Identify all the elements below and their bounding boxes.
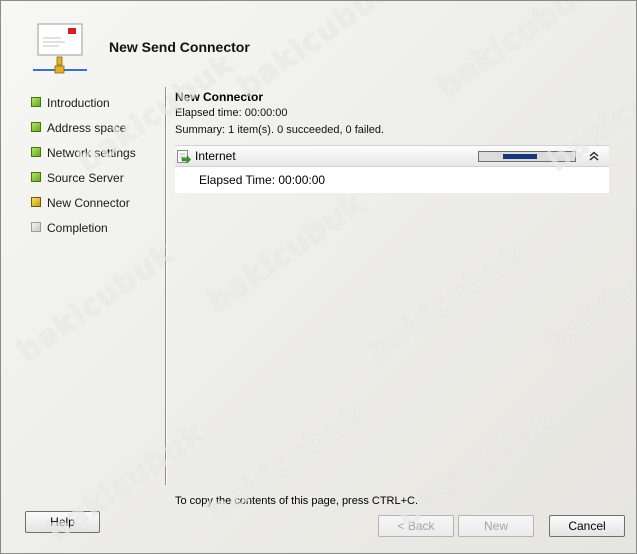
cancel-button[interactable]: Cancel — [549, 515, 625, 537]
task-arrow-icon — [177, 150, 191, 163]
step-current-icon — [31, 197, 41, 207]
nav-step-label: Source Server — [47, 171, 124, 185]
send-connector-icon — [33, 23, 87, 74]
nav-step-label: Completion — [47, 221, 108, 235]
nav-step-label: Address space — [47, 121, 127, 135]
copy-hint-text: To copy the contents of this page, press… — [175, 495, 419, 507]
help-button[interactable]: Help — [25, 511, 100, 533]
watermark-text: bakicubuk — [541, 226, 637, 360]
section-title: New Connector — [175, 90, 264, 104]
wizard-window: New Send Connector Introduction Address … — [0, 0, 637, 554]
nav-step-label: Network settings — [47, 146, 136, 160]
back-button[interactable]: < Back — [378, 515, 454, 537]
watermark-text: bakicubuk — [201, 186, 371, 320]
watermark-text: bakicubuk — [11, 236, 181, 370]
elapsed-time-text: Elapsed time: 00:00:00 — [175, 107, 288, 119]
step-complete-icon — [31, 97, 41, 107]
task-header[interactable]: Internet — [175, 145, 609, 167]
summary-text: Summary: 1 item(s). 0 succeeded, 0 faile… — [175, 124, 385, 136]
nav-step-address-space[interactable]: Address space — [31, 120, 161, 145]
nav-step-network-settings[interactable]: Network settings — [31, 145, 161, 170]
task-progress-bar — [478, 151, 576, 162]
nav-step-completion[interactable]: Completion — [31, 220, 161, 245]
nav-step-new-connector[interactable]: New Connector — [31, 195, 161, 220]
nav-step-introduction[interactable]: Introduction — [31, 95, 161, 120]
wizard-header: New Send Connector — [1, 1, 636, 85]
task-detail-elapsed: Elapsed Time: 00:00:00 — [199, 173, 326, 187]
step-complete-icon — [31, 147, 41, 157]
wizard-content: New Connector Elapsed time: 00:00:00 Sum… — [175, 89, 609, 193]
task-progress-fill — [503, 154, 537, 159]
watermark-text: bakicubuk — [201, 396, 371, 530]
watermark-text: bakicubuk — [361, 236, 531, 370]
nav-step-label: New Connector — [47, 196, 130, 210]
step-complete-icon — [31, 122, 41, 132]
step-complete-icon — [31, 172, 41, 182]
task-panel: Internet Elapsed Time: 00:00:00 — [175, 145, 609, 193]
new-button[interactable]: New — [458, 515, 534, 537]
wizard-title: New Send Connector — [109, 39, 250, 55]
nav-step-label: Introduction — [47, 96, 110, 110]
task-name: Internet — [195, 149, 236, 163]
double-chevron-up-icon[interactable] — [587, 149, 601, 163]
step-pending-icon — [31, 222, 41, 232]
nav-step-source-server[interactable]: Source Server — [31, 170, 161, 195]
nav-divider — [165, 87, 166, 485]
wizard-steps-nav: Introduction Address space Network setti… — [31, 95, 161, 245]
